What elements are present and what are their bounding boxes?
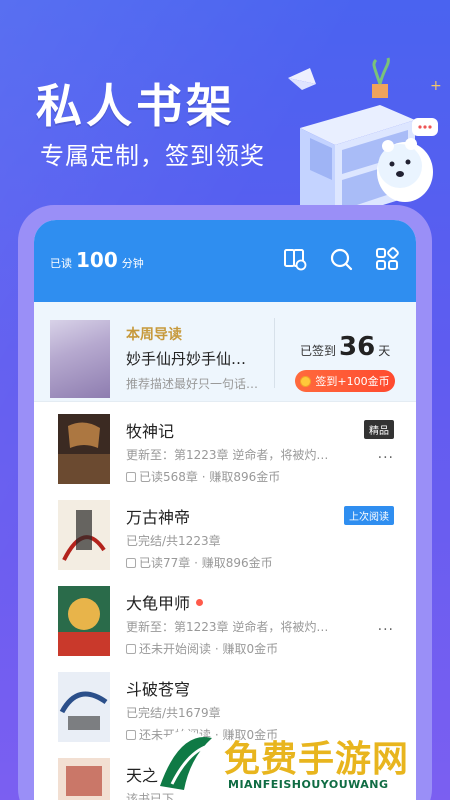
sign-in-label: 签到+100金币 — [315, 375, 390, 388]
book-cover[interactable] — [58, 758, 110, 800]
sign-in-button[interactable]: 签到+100金币 — [295, 370, 395, 392]
book-icon — [126, 643, 136, 654]
grid-icon[interactable] — [374, 246, 400, 272]
divider — [274, 318, 275, 388]
promo-title: 私人书架 — [36, 79, 236, 133]
book-icon — [126, 729, 136, 740]
last-read-badge: 上次阅读 — [344, 506, 394, 525]
read-unit: 分钟 — [121, 257, 144, 270]
book-stats: 还未开始阅读 · 赚取0金币 — [126, 640, 278, 657]
update-dot — [196, 598, 204, 606]
read-minutes: 100 — [76, 248, 118, 272]
signed-days-count: 36 — [339, 332, 376, 362]
read-prefix: 已读 — [50, 257, 72, 270]
list-item[interactable]: 万古神帝 上次阅读 已完结/共1223章 已读77章 · 赚取896金币 — [34, 488, 416, 574]
app-header: 已读 100 分钟 — [34, 220, 416, 302]
coin-icon — [300, 375, 312, 387]
reading-time: 已读 100 分钟 — [50, 248, 144, 272]
watermark-text: 免费手游网 — [224, 738, 410, 780]
book-cover[interactable] — [58, 414, 110, 484]
watermark-logo-icon — [153, 731, 217, 795]
book-title: 斗破苍穹 — [126, 680, 191, 699]
book-icon — [126, 471, 136, 482]
list-item[interactable]: 大龟甲师 更新至：第1223章 逆命者，将被灼… 还未开始阅读 · 赚取0金币 … — [34, 574, 416, 660]
list-item[interactable]: 牧神记 精品 更新至：第1223章 逆命者，将被灼… 已读568章 · 赚取89… — [34, 402, 416, 488]
guide-book-cover[interactable] — [50, 320, 110, 398]
book-title: 大龟甲师 — [126, 590, 204, 614]
guide-tag: 本周导读 — [126, 327, 182, 343]
more-icon[interactable]: ··· — [378, 450, 394, 466]
guide-title[interactable]: 妙手仙丹妙手仙… — [126, 348, 246, 369]
promo-subtitle: 专属定制，签到领奖 — [40, 142, 265, 170]
book-progress: 更新至：第1223章 逆命者，将被灼… — [126, 448, 329, 462]
book-stats: 已读77章 · 赚取896金币 — [126, 554, 273, 571]
book-title: 牧神记 — [126, 422, 175, 441]
weekly-guide-card[interactable]: 本周导读 妙手仙丹妙手仙… 推荐描述最好只一句话… 已签到 36 天 签到+10… — [34, 302, 416, 402]
app-screen: 已读 100 分钟 本周导读 妙手仙丹妙手仙… 推荐描述最好只一句话… 已签到 … — [34, 220, 416, 800]
book-stats-text: 已读568章 · 赚取896金币 — [139, 470, 281, 484]
book-cover[interactable] — [58, 672, 110, 742]
signed-unit: 天 — [378, 344, 391, 358]
bookshelf-illustration: + — [288, 57, 442, 220]
watermark-subtext: MIANFEISHOUYOUWANG — [228, 778, 389, 791]
guide-description: 推荐描述最好只一句话… — [126, 377, 259, 391]
signed-days: 已签到 36 天 — [300, 332, 390, 362]
book-progress: 更新至：第1223章 逆命者，将被灼… — [126, 620, 329, 634]
signed-prefix: 已签到 — [300, 344, 337, 358]
book-stats: 已读568章 · 赚取896金币 — [126, 468, 280, 485]
svg-text:+: + — [430, 78, 442, 94]
book-stats-text: 还未开始阅读 · 赚取0金币 — [139, 642, 279, 656]
more-icon[interactable]: ··· — [378, 622, 394, 638]
book-progress: 已完结/共1223章 — [126, 534, 221, 548]
book-sync-icon[interactable] — [282, 246, 308, 272]
book-icon — [126, 557, 136, 568]
book-stats-text: 已读77章 · 赚取896金币 — [139, 556, 273, 570]
premium-badge: 精品 — [364, 420, 394, 439]
watermark: 免费手游网 MIANFEISHOUYOUWANG — [150, 728, 450, 800]
book-title-text: 大龟甲师 — [126, 594, 191, 613]
book-progress: 已完结/共1679章 — [126, 706, 221, 720]
book-cover[interactable] — [58, 586, 110, 656]
search-icon[interactable] — [328, 246, 354, 272]
book-title: 万古神帝 — [126, 508, 191, 527]
book-cover[interactable] — [58, 500, 110, 570]
